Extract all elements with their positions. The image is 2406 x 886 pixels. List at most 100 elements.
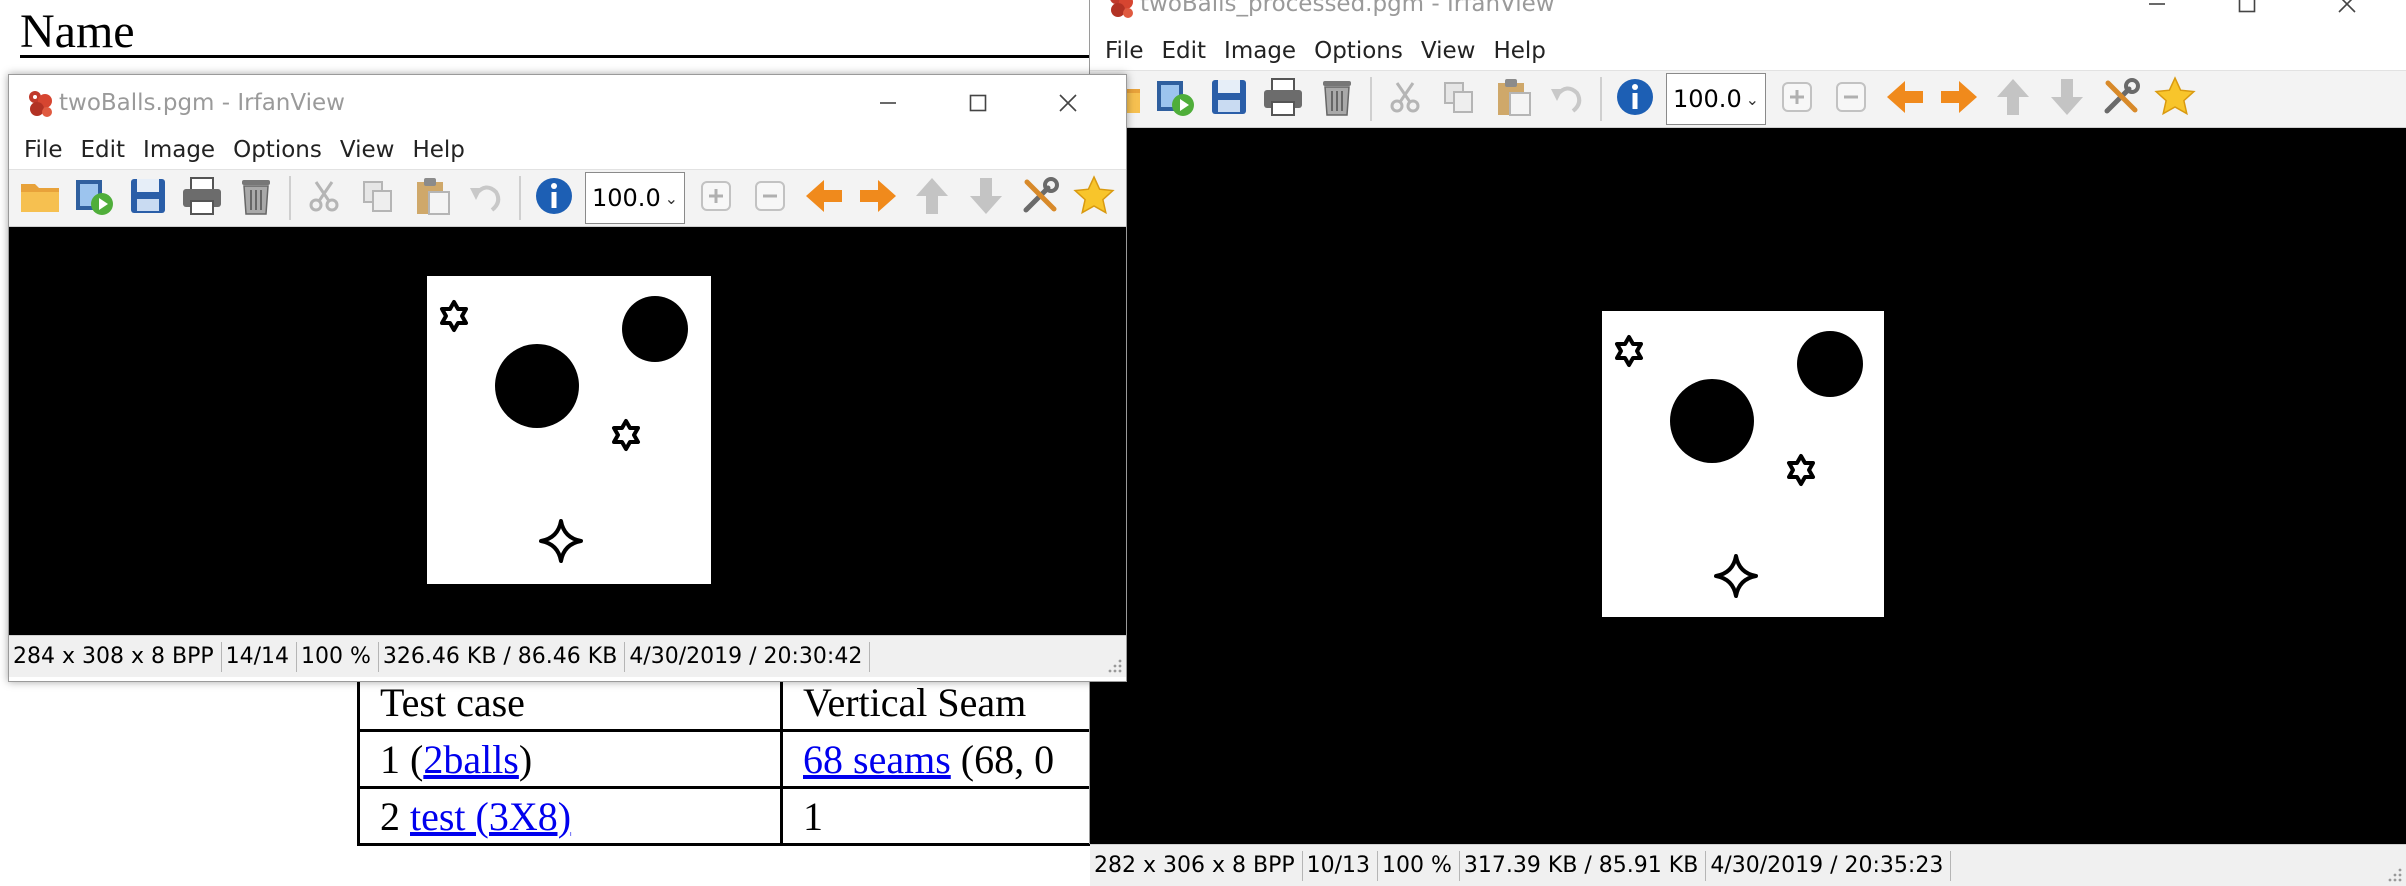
copy-button[interactable] — [351, 171, 405, 225]
last-button[interactable] — [959, 171, 1013, 225]
next-icon — [1937, 75, 1981, 123]
menu-image[interactable]: Image — [134, 137, 224, 163]
link-68-seams[interactable]: 68 seams — [803, 737, 951, 782]
menu-file[interactable]: File — [15, 137, 72, 163]
print-icon — [1261, 75, 1305, 123]
resize-grip-icon[interactable] — [1107, 658, 1123, 674]
irfanview-app-icon — [29, 91, 52, 117]
zoom-out-button[interactable] — [743, 171, 797, 225]
slideshow-button[interactable] — [1148, 72, 1202, 126]
favorite-button[interactable] — [2148, 72, 2202, 126]
paste-button[interactable] — [1486, 72, 1540, 126]
previous-button[interactable] — [797, 171, 851, 225]
save-button[interactable] — [121, 171, 175, 225]
close-button[interactable] — [2301, 0, 2393, 32]
first-button[interactable] — [1986, 72, 2040, 126]
save-icon — [126, 174, 170, 222]
status-dimensions: 282 x 306 x 8 BPP — [1090, 850, 1303, 881]
favorite-button[interactable] — [1067, 171, 1121, 225]
undo-button[interactable] — [459, 171, 513, 225]
next-button[interactable] — [1932, 72, 1986, 126]
slideshow-button[interactable] — [67, 171, 121, 225]
next-button[interactable] — [851, 171, 905, 225]
cut-button[interactable] — [1378, 72, 1432, 126]
menu-help[interactable]: Help — [403, 137, 473, 163]
image-viewport[interactable] — [1090, 128, 2406, 844]
close-button[interactable] — [1022, 75, 1114, 131]
link-test-3x8[interactable]: test (3X8) — [410, 794, 571, 839]
last-button[interactable] — [2040, 72, 2094, 126]
print-button[interactable] — [175, 171, 229, 225]
status-zoom: 100 % — [297, 641, 379, 672]
undo-button[interactable] — [1540, 72, 1594, 126]
link-2balls[interactable]: 2balls — [423, 737, 519, 782]
image-viewport[interactable] — [9, 227, 1126, 635]
toolbar: 100.0 ⌄ — [1090, 70, 2406, 128]
minimize-button[interactable] — [2111, 0, 2203, 32]
zoom-out-icon — [1829, 75, 1873, 123]
status-bar: 282 x 306 x 8 BPP 10/13 100 % 317.39 KB / 8… — [1090, 844, 2406, 886]
status-zoom: 100 % — [1378, 850, 1460, 881]
zoom-value: 100.0 — [1673, 85, 1742, 113]
minimize-button[interactable] — [842, 75, 934, 131]
save-button[interactable] — [1202, 72, 1256, 126]
paste-button[interactable] — [405, 171, 459, 225]
irfanview-window-processed[interactable]: twoBalls_processed.pgm - IrfanView File Ed… — [1089, 0, 2406, 886]
zoom-select[interactable]: 100.0 ⌄ — [1666, 73, 1766, 125]
zoom-in-icon — [694, 174, 738, 222]
print-icon — [180, 174, 224, 222]
zoom-in-button[interactable] — [689, 171, 743, 225]
last-icon — [2045, 75, 2089, 123]
copy-icon — [1437, 75, 1481, 123]
first-button[interactable] — [905, 171, 959, 225]
chevron-down-icon: ⌄ — [1745, 89, 1759, 109]
zoom-out-button[interactable] — [1824, 72, 1878, 126]
toolbar-separator — [289, 176, 291, 220]
menu-image[interactable]: Image — [1215, 38, 1305, 64]
delete-button[interactable] — [1310, 72, 1364, 126]
menu-view[interactable]: View — [1412, 38, 1485, 64]
copy-button[interactable] — [1432, 72, 1486, 126]
irfanview-window-original[interactable]: twoBalls.pgm - IrfanView File Edit Image Opt… — [8, 74, 1127, 682]
resize-grip-icon[interactable] — [2387, 867, 2403, 883]
previous-button[interactable] — [1878, 72, 1932, 126]
info-button[interactable] — [1608, 72, 1662, 126]
menu-edit[interactable]: Edit — [1153, 38, 1216, 64]
status-file-index: 10/13 — [1303, 850, 1379, 881]
zoom-select[interactable]: 100.0 ⌄ — [585, 172, 685, 224]
menu-view[interactable]: View — [331, 137, 404, 163]
irfanview-app-icon — [1110, 0, 1133, 18]
menu-options[interactable]: Options — [1305, 38, 1412, 64]
info-button[interactable] — [527, 171, 581, 225]
cut-button[interactable] — [297, 171, 351, 225]
save-icon — [1207, 75, 1251, 123]
delete-icon — [234, 174, 278, 222]
menu-options[interactable]: Options — [224, 137, 331, 163]
image-canvas — [1602, 311, 1884, 617]
open-folder-button[interactable] — [13, 171, 67, 225]
undo-icon — [464, 174, 508, 222]
maximize-button[interactable] — [932, 75, 1024, 131]
print-button[interactable] — [1256, 72, 1310, 126]
paste-icon — [1491, 75, 1535, 123]
document-heading: Name — [20, 5, 135, 58]
ball-small — [1797, 331, 1863, 397]
info-icon — [532, 174, 576, 222]
maximize-button[interactable] — [2201, 0, 2293, 32]
settings-button[interactable] — [2094, 72, 2148, 126]
menu-file[interactable]: File — [1096, 38, 1153, 64]
settings-button[interactable] — [1013, 171, 1067, 225]
cut-icon — [1383, 75, 1427, 123]
zoom-in-button[interactable] — [1770, 72, 1824, 126]
zoom-value: 100.0 — [592, 184, 661, 212]
status-dimensions: 284 x 308 x 8 BPP — [9, 641, 222, 672]
title-bar[interactable]: twoBalls.pgm - IrfanView — [9, 75, 1126, 131]
menu-help[interactable]: Help — [1484, 38, 1554, 64]
title-bar[interactable]: twoBalls_processed.pgm - IrfanView — [1090, 0, 2406, 32]
ball-large — [1670, 379, 1754, 463]
maximize-icon — [969, 94, 987, 112]
menu-edit[interactable]: Edit — [72, 137, 135, 163]
delete-button[interactable] — [229, 171, 283, 225]
status-date-time: 4/30/2019 / 20:35:23 — [1706, 850, 1952, 881]
slideshow-icon — [1153, 75, 1197, 123]
